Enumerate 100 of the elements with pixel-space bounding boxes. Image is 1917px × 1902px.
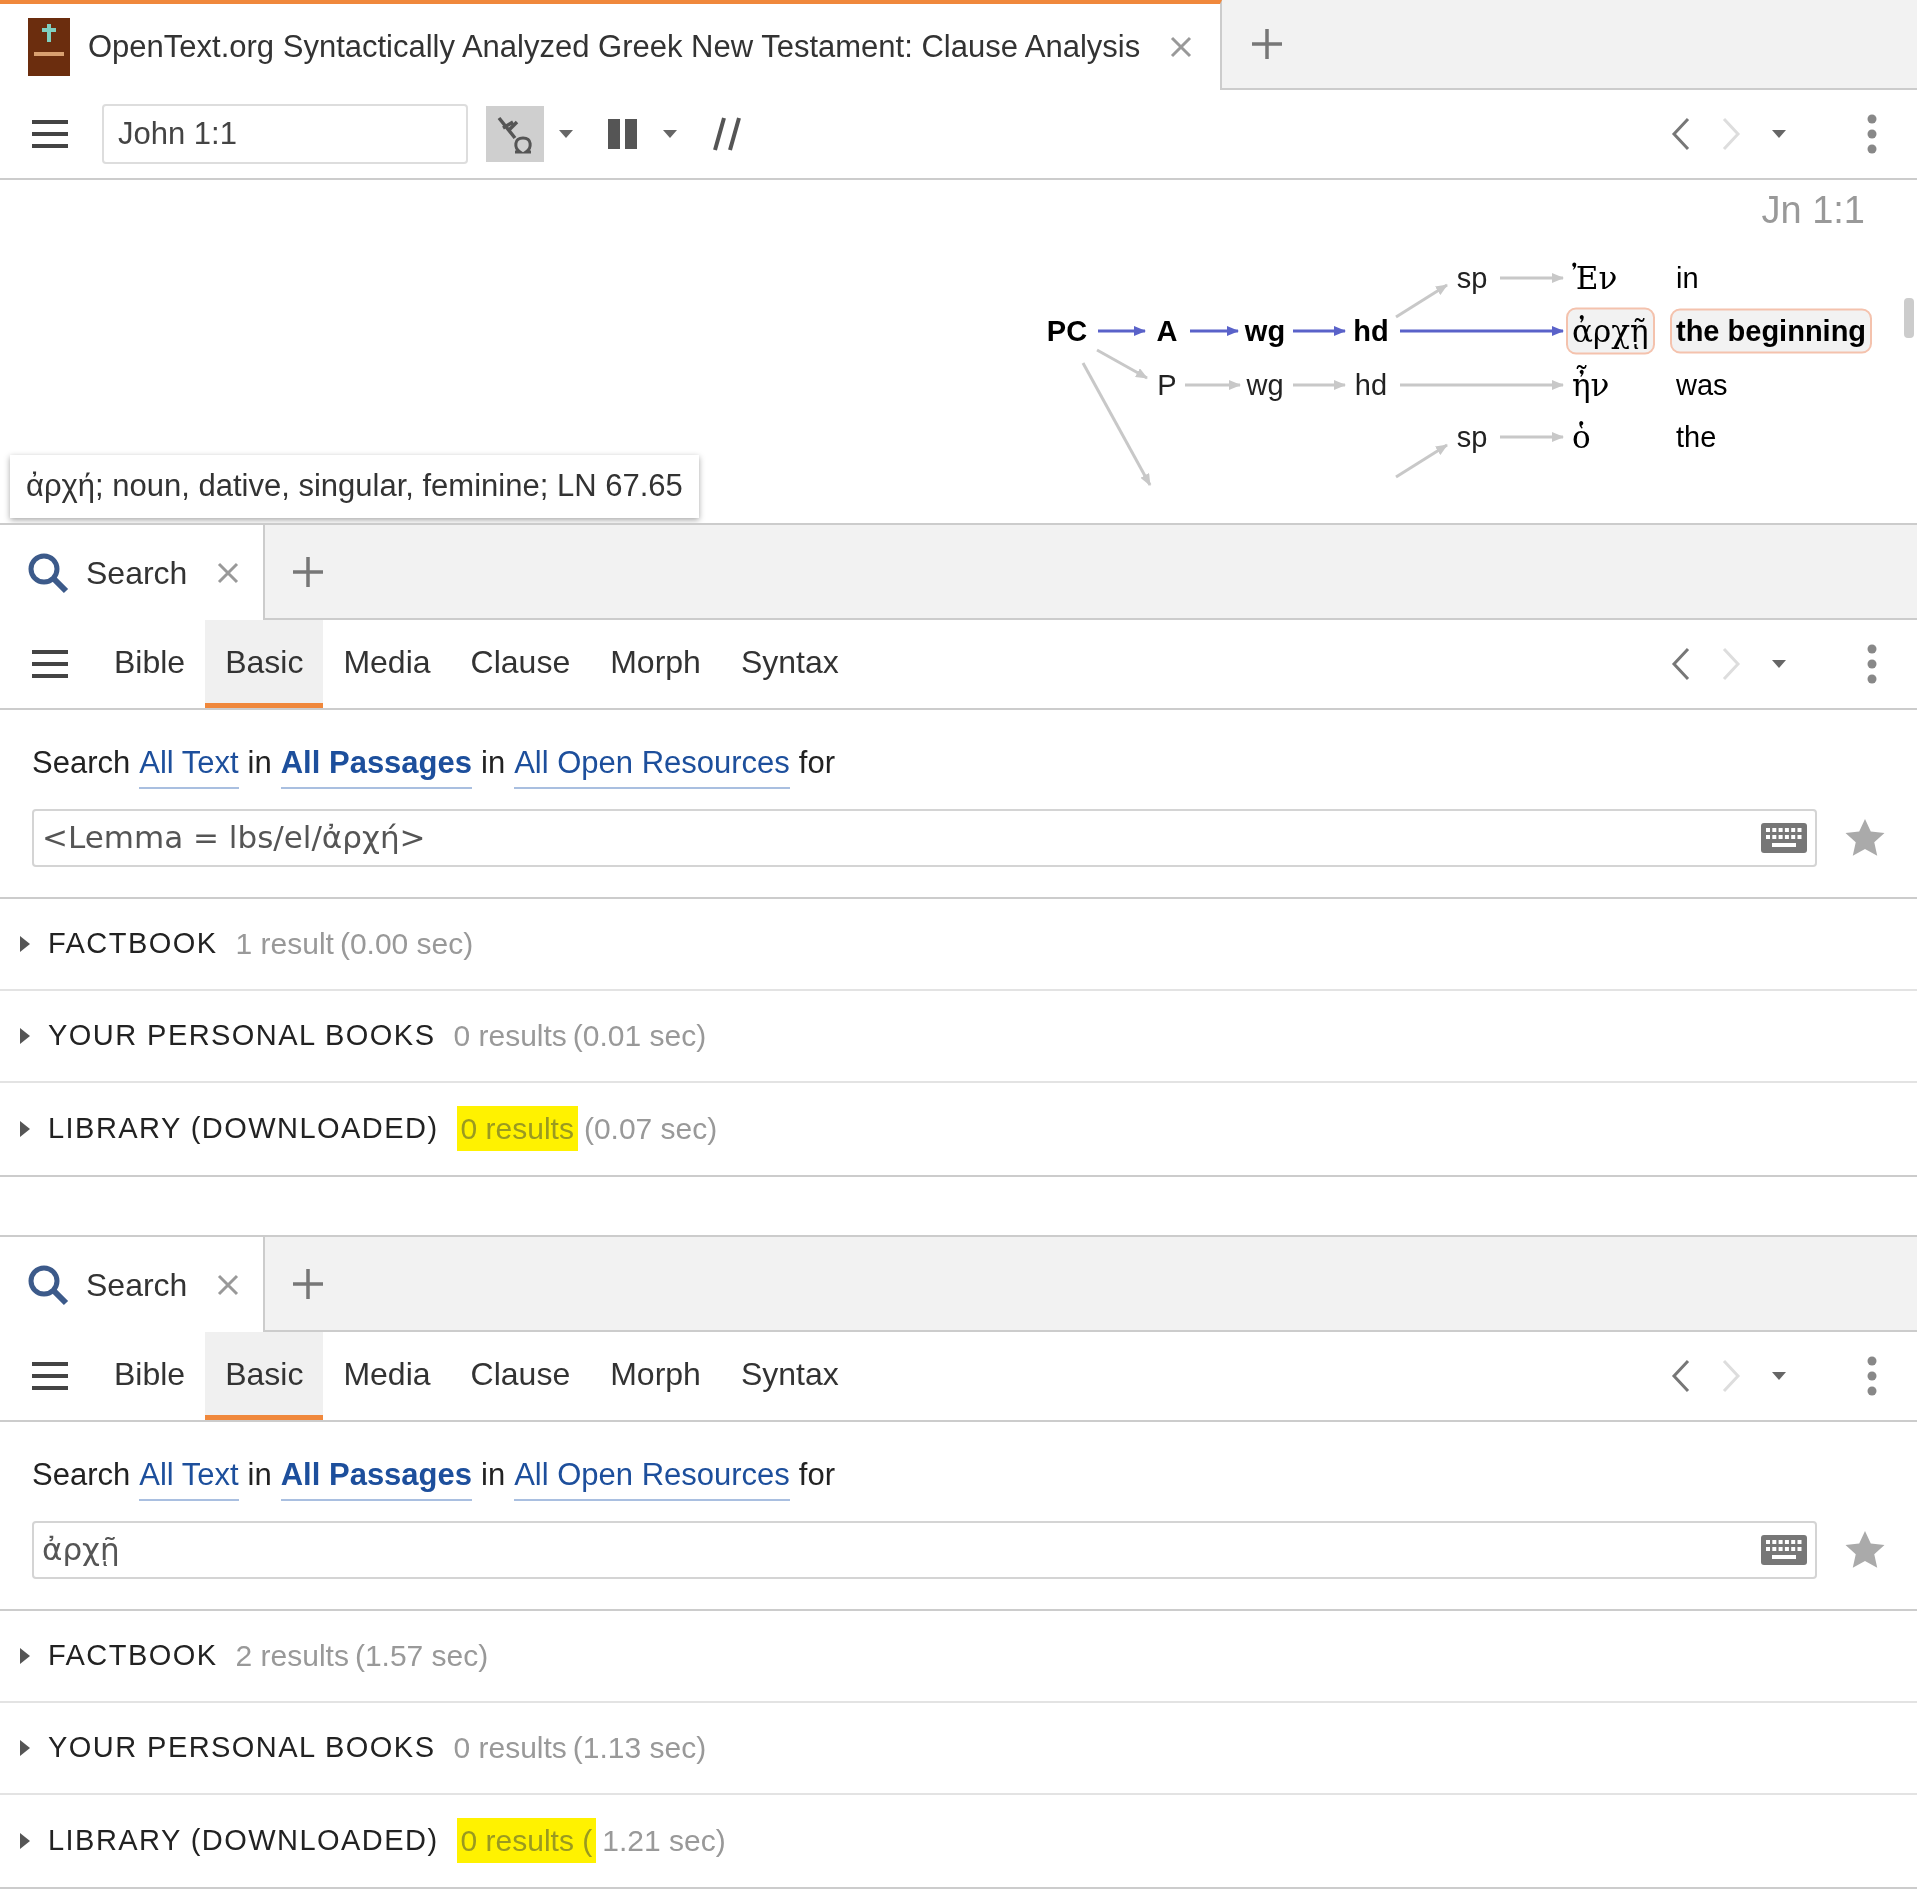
search-field[interactable]: ἀρχῇ [32, 1520, 1817, 1579]
diagram-node[interactable]: sp [1456, 422, 1488, 452]
close-icon[interactable] [1170, 36, 1193, 58]
diagram-node[interactable]: wg [1246, 370, 1284, 400]
new-tab-icon[interactable] [1252, 29, 1283, 59]
close-icon[interactable] [217, 561, 240, 584]
caret-icon[interactable] [558, 129, 574, 139]
search-tab[interactable]: Search [0, 525, 266, 620]
more-icon[interactable] [1867, 114, 1877, 154]
result-group-row[interactable]: YOUR PERSONAL BOOKS 0 results (1.13 sec) [0, 1702, 1917, 1795]
query-text: Search [32, 744, 131, 782]
back-icon[interactable] [1671, 1359, 1691, 1393]
menu-icon[interactable] [32, 1361, 68, 1391]
expand-icon[interactable] [20, 1027, 30, 1044]
search-type-tab[interactable]: Clause [450, 1332, 591, 1420]
document-tab[interactable]: OpenText.org Syntactically Analyzed Greek New Testament: Clause Analysis [0, 0, 1223, 90]
menu-icon[interactable] [32, 649, 68, 679]
search-type-tab[interactable]: Morph [590, 1332, 721, 1420]
keyboard-icon[interactable] [1761, 822, 1807, 853]
result-time: (0.01 sec) [572, 1018, 707, 1054]
more-icon[interactable] [1867, 1356, 1877, 1396]
search-type-tab[interactable]: Bible [94, 620, 206, 708]
scope-link[interactable]: All Open Resources [514, 740, 790, 789]
back-icon[interactable] [1671, 117, 1691, 151]
result-group-label: LIBRARY (DOWNLOADED) [48, 1822, 439, 1858]
scope-link[interactable]: All Text [139, 1452, 239, 1501]
search-type-tab[interactable]: Morph [590, 620, 721, 708]
verse-reference: Jn 1:1 [1761, 188, 1865, 233]
result-time: (1.13 sec) [572, 1730, 707, 1766]
star-icon[interactable] [1845, 1530, 1885, 1569]
gloss-word[interactable]: the [1670, 414, 1723, 460]
columns-icon[interactable] [608, 119, 638, 149]
query-text: in [481, 744, 506, 782]
diagram-node[interactable]: P [1157, 370, 1177, 400]
expand-icon[interactable] [20, 935, 30, 952]
search-type-tab[interactable]: Clause [450, 620, 591, 708]
expand-icon[interactable] [20, 1647, 30, 1664]
search-type-tab[interactable]: Basic [205, 620, 324, 708]
scope-link[interactable]: All Passages [280, 1452, 473, 1501]
greek-word[interactable]: ὁ [1566, 413, 1597, 461]
diagram-node[interactable]: wg [1244, 316, 1286, 346]
result-time: (0.00 sec) [339, 926, 474, 962]
diagram-node[interactable]: hd [1353, 316, 1389, 346]
arrow [1395, 283, 1448, 319]
result-group-row[interactable]: LIBRARY (DOWNLOADED) 0 results ( 1.21 sec) [0, 1794, 1917, 1887]
query-text: for [798, 1456, 836, 1494]
scrollbar-thumb[interactable] [1904, 298, 1914, 338]
gloss-word[interactable]: the beginning [1670, 308, 1873, 354]
diagram-node[interactable]: PC [1046, 316, 1088, 346]
search-type-tab[interactable]: Media [323, 1332, 451, 1420]
search-field[interactable]: <Lemma = lbs/el/ἀρχή> [32, 808, 1817, 867]
result-group-row[interactable]: FACTBOOK 1 result (0.00 sec) [0, 898, 1917, 991]
more-icon[interactable] [1867, 644, 1877, 684]
greek-word[interactable]: ἀρχῇ [1566, 307, 1655, 355]
caret-icon[interactable] [1771, 129, 1787, 139]
parallel-icon[interactable] [712, 116, 742, 152]
interlinear-button[interactable] [486, 106, 544, 162]
keyboard-icon[interactable] [1761, 1534, 1807, 1565]
caret-icon[interactable] [662, 129, 678, 139]
new-tab-icon[interactable] [293, 1268, 324, 1299]
arrow [1190, 326, 1239, 336]
search-type-tab[interactable]: Media [323, 620, 451, 708]
new-tab-icon[interactable] [293, 556, 324, 587]
gloss-word[interactable]: was [1670, 362, 1734, 408]
result-group-row[interactable]: LIBRARY (DOWNLOADED) 0 results (0.07 sec) [0, 1082, 1917, 1175]
diagram-node[interactable]: hd [1354, 370, 1388, 400]
result-time: (0.07 sec) [583, 1111, 718, 1147]
back-icon[interactable] [1671, 647, 1691, 681]
result-group-row[interactable]: YOUR PERSONAL BOOKS 0 results (0.01 sec) [0, 990, 1917, 1083]
expand-icon[interactable] [20, 1832, 30, 1849]
scope-link[interactable]: All Text [139, 740, 239, 789]
diagram-node[interactable]: A [1156, 316, 1178, 346]
greek-word[interactable]: ἦν [1566, 361, 1616, 409]
reference-field[interactable]: John 1:1 [102, 104, 468, 164]
result-group-row[interactable]: FACTBOOK 2 results (1.57 sec) [0, 1610, 1917, 1703]
result-count: 0 results [456, 1106, 578, 1151]
result-group-label: FACTBOOK [48, 925, 218, 961]
query-text: for [798, 744, 836, 782]
caret-icon[interactable] [1771, 659, 1787, 669]
expand-icon[interactable] [20, 1120, 30, 1137]
expand-icon[interactable] [20, 1739, 30, 1756]
interlinear-icon [495, 114, 535, 154]
menu-icon[interactable] [32, 119, 68, 149]
search-type-tab[interactable]: Syntax [720, 1332, 859, 1420]
caret-icon[interactable] [1771, 1371, 1787, 1381]
star-icon[interactable] [1845, 818, 1885, 857]
scope-link[interactable]: All Passages [280, 740, 473, 789]
tooltip: ἀρχή; noun, dative, singular, feminine; LN 67.65 [10, 455, 699, 518]
search-type-tab[interactable]: Bible [94, 1332, 206, 1420]
arrow [1500, 432, 1564, 442]
scope-link[interactable]: All Open Resources [514, 1452, 790, 1501]
greek-word[interactable]: Ἐν [1566, 254, 1624, 302]
gloss-word[interactable]: in [1670, 255, 1705, 301]
result-count: 0 results [453, 1018, 567, 1054]
diagram-node[interactable]: sp [1456, 263, 1488, 293]
close-icon[interactable] [217, 1273, 240, 1296]
search-tab[interactable]: Search [0, 1237, 266, 1332]
search-type-tab[interactable]: Basic [205, 1332, 324, 1420]
search-type-tab[interactable]: Syntax [720, 620, 859, 708]
result-count: 2 results [235, 1638, 349, 1674]
